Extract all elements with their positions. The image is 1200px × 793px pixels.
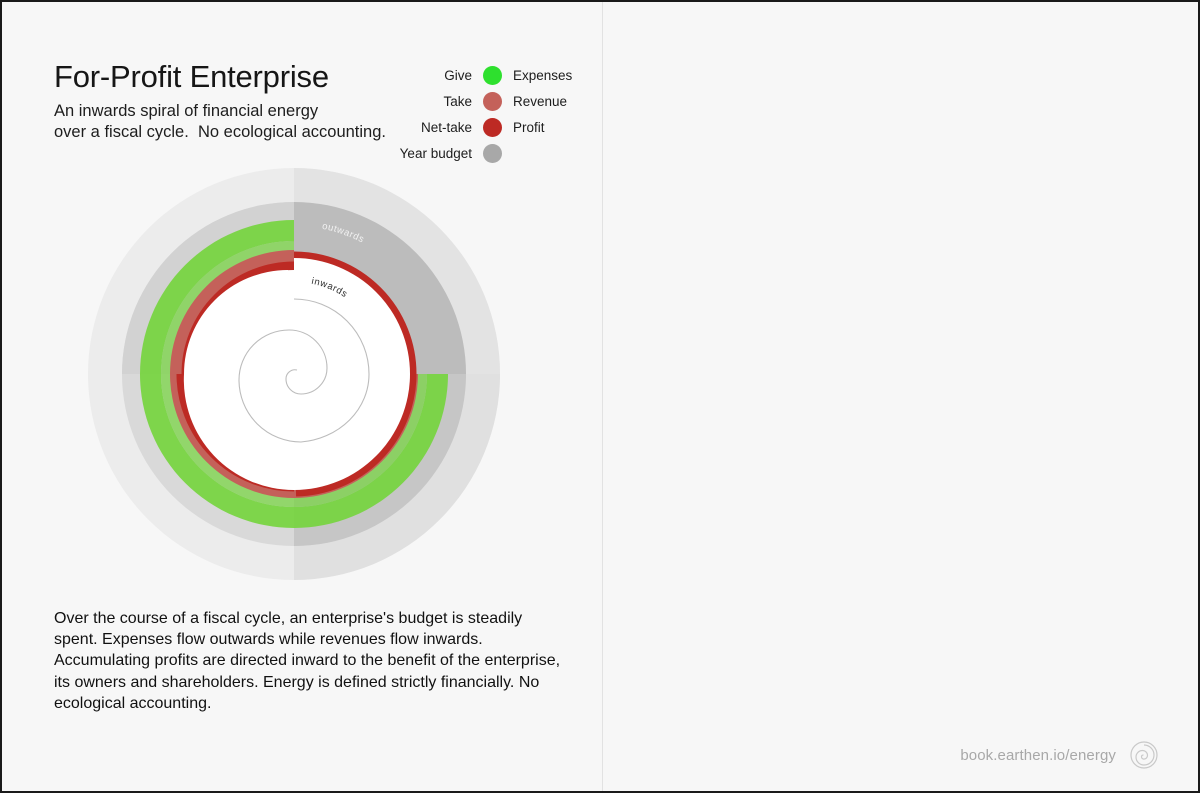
legend-side-take: Take xyxy=(443,93,472,109)
legend-side-year-budget: Year budget xyxy=(399,145,472,161)
infographic-page: For-Profit Enterprise An inwards spiral … xyxy=(0,0,1200,793)
panel-for-profit: For-Profit Enterprise An inwards spiral … xyxy=(2,2,602,791)
legend-label-expenses: Expenses xyxy=(513,67,573,83)
legend-label-profit: Profit xyxy=(513,119,545,135)
footer: book.earthen.io/energy xyxy=(960,741,1158,769)
legend-row-take: Take Revenue xyxy=(382,88,572,114)
legend-dot-year-budget xyxy=(483,143,502,163)
inner-core-disc xyxy=(190,270,398,478)
legend-left: Give Expenses Take Revenue Net-take Prof… xyxy=(382,62,572,166)
legend-dot-revenue xyxy=(483,91,502,111)
legend-dot-expenses xyxy=(483,65,502,85)
spiral-icon xyxy=(1130,741,1158,769)
legend-dot-profit xyxy=(483,117,502,137)
panel-for-earth: For-Earth Enterprise An outwards spiral … xyxy=(602,2,1198,791)
footer-url[interactable]: book.earthen.io/energy xyxy=(960,747,1116,764)
caption-left: Over the course of a fiscal cycle, an en… xyxy=(54,610,561,712)
page-title-left: For-Profit Enterprise xyxy=(54,59,329,94)
legend-side-net-take: Net-take xyxy=(420,119,472,135)
legend-side-give: Give xyxy=(444,67,472,83)
legend-row-net-take: Net-take Profit xyxy=(382,114,572,140)
spiral-diagram-for-profit: outwards inwards xyxy=(88,168,500,580)
legend-label-revenue: Revenue xyxy=(513,93,568,109)
legend-row-give: Give Expenses xyxy=(382,62,572,88)
